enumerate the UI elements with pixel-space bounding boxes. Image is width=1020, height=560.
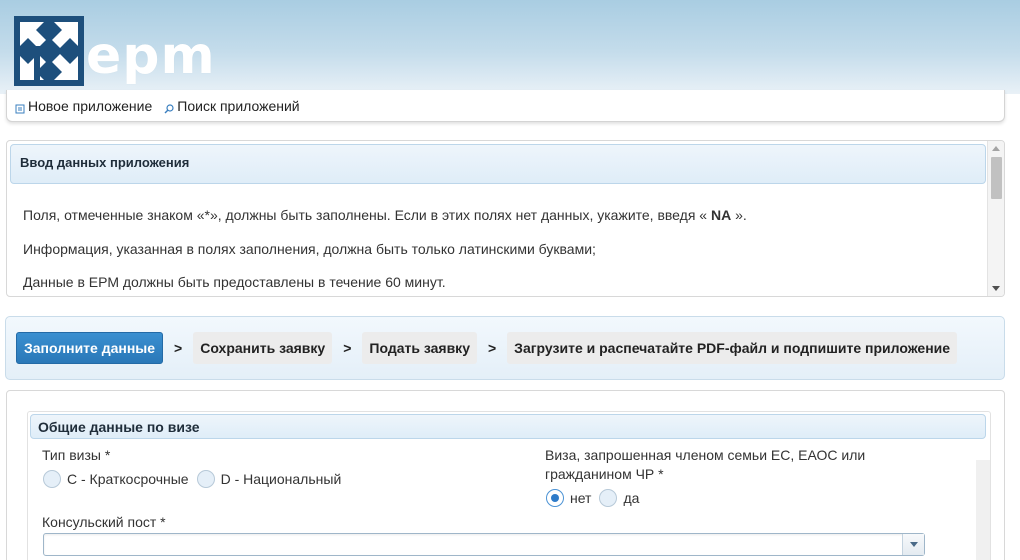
form-container: Общие данные по визе Тип визы * C - Крат… (6, 390, 1005, 560)
info-latin-letters-text: Информация, указанная в полях заполнения… (23, 241, 596, 257)
visa-type-d-label[interactable]: D - Национальный (221, 471, 342, 487)
scroll-up-arrow-icon[interactable] (992, 146, 1000, 151)
section-title: Общие данные по визе (30, 414, 986, 439)
scroll-thumb[interactable] (991, 157, 1002, 199)
info-time-limit-text: Данные в ЕРМ должны быть предоставлены в… (23, 274, 446, 290)
logo: epm (14, 10, 216, 86)
step-download-print-pdf[interactable]: Загрузите и распечатайте PDF-файл и подп… (507, 332, 958, 364)
logo-wordmark: epm (86, 26, 216, 86)
family-member-no-radio[interactable] (546, 489, 564, 507)
scroll-down-arrow-icon[interactable] (992, 286, 1000, 291)
info-scrollbar[interactable] (987, 141, 1004, 296)
family-member-label: Виза, запрошенная членом семьи ЕС, ЕАОС … (545, 447, 866, 463)
family-member-radio-group: нет да (546, 489, 647, 507)
family-member-yes-radio[interactable] (599, 489, 618, 507)
info-required-fields-text: Поля, отмеченные знаком «*», должны быть… (23, 207, 747, 223)
visa-type-c-label[interactable]: C - Краткосрочные (67, 471, 189, 487)
visa-type-c-radio[interactable] (43, 470, 61, 488)
info-line1-suffix: ». (731, 207, 747, 223)
consulate-select[interactable] (43, 533, 925, 556)
new-document-icon (15, 101, 25, 113)
logo-mark-icon (14, 16, 84, 86)
app-header: epm (0, 0, 1020, 94)
visa-type-d-radio[interactable] (196, 470, 215, 488)
nav-new-application-label: Новое приложение (28, 97, 153, 114)
nav-search-applications[interactable]: Поиск приложений (164, 97, 300, 114)
chevron-down-icon[interactable] (902, 534, 924, 555)
family-member-yes-label[interactable]: да (623, 490, 639, 506)
top-navbar: Новое приложение Поиск приложений (6, 90, 1005, 122)
info-line1-code: NA (710, 207, 732, 223)
search-icon (164, 101, 174, 113)
wizard-steps: Заполните данные > Сохранить заявку > По… (5, 316, 1005, 380)
visa-type-label: Тип визы * (42, 447, 111, 463)
step-separator: > (487, 340, 497, 356)
info-panel-title: Ввод данных приложения (10, 144, 986, 184)
nav-search-applications-label: Поиск приложений (177, 97, 300, 114)
consulate-label: Консульский пост * (42, 514, 166, 530)
nav-new-application[interactable]: Новое приложение (15, 98, 152, 114)
step-submit-application[interactable]: Подать заявку (362, 332, 477, 364)
info-line1-prefix: Поля, отмеченные знаком «*», должны быть… (23, 207, 711, 223)
visa-type-radio-group: C - Краткосрочные D - Национальный (43, 470, 349, 488)
step-separator: > (343, 340, 352, 356)
visa-general-section: Общие данные по визе Тип визы * C - Крат… (27, 411, 991, 560)
step-fill-data[interactable]: Заполните данные (16, 332, 164, 364)
step-separator: > (174, 340, 183, 356)
info-panel: Ввод данных приложения Поля, отмеченные … (6, 140, 1005, 297)
section-side-strip (976, 460, 990, 560)
step-save-application[interactable]: Сохранить заявку (193, 332, 333, 364)
family-member-label-line2: гражданином ЧР * (545, 466, 664, 482)
family-member-no-label[interactable]: нет (570, 490, 591, 506)
